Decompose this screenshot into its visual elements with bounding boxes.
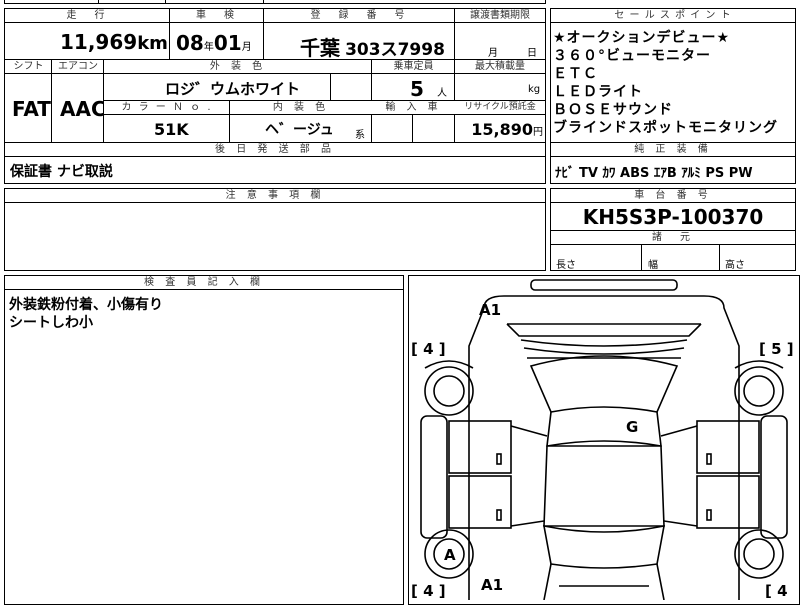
- shift-header: シフト: [5, 60, 52, 74]
- damage-mark: [ 4 ]: [411, 582, 446, 600]
- exterior-color-value: ロジ゛ウムホワイト: [165, 80, 301, 98]
- mileage-value: 11,969km: [60, 30, 168, 54]
- notes-header: 注 意 事 項 欄: [5, 189, 545, 203]
- interior-color-value: ヘ゛ージュ: [265, 122, 334, 138]
- plate-value: 千葉 303ス7998: [300, 36, 445, 60]
- shift-value: FAT: [12, 97, 51, 121]
- oem-value: ﾅﾋﾞ TV ｶﾜ ABS ｴｱB ｱﾙﾐ PS PW: [555, 166, 753, 181]
- interior-suffix: 系: [355, 130, 365, 141]
- inspection-header: 車 検: [170, 9, 264, 23]
- sales-points-header: セ ー ル ス ポ イ ン ト: [551, 9, 795, 23]
- transfer-day: 日: [527, 48, 537, 59]
- sales-point: ＥＴＣ: [553, 66, 598, 82]
- damage-mark: A1: [481, 576, 503, 594]
- damage-mark: G: [626, 418, 638, 436]
- capacity-header: 乗車定員: [372, 60, 455, 74]
- capacity-value: 5 人: [410, 77, 448, 101]
- sales-point: ３６０°ビューモニター: [553, 48, 711, 64]
- sales-points-list: ★オークションデビュー★ ３６０°ビューモニター ＥＴＣ ＬＥＤライト ＢＯＳＥ…: [553, 29, 778, 137]
- dims-header: 諸 元: [551, 231, 795, 245]
- sales-point: ＬＥＤライト: [553, 84, 643, 100]
- top-strip: [4, 0, 546, 4]
- inspection-value: 08年01月: [176, 31, 252, 55]
- interior-color-header: 内 装 色: [230, 101, 372, 115]
- damage-mark: [ 5 ]: [759, 340, 794, 358]
- car-damage-diagram: A1 [ 4 ] [ 5 ] G A A1 [ 4 ] [ 4: [411, 279, 794, 600]
- inspector-note: 外装鉄粉付着、小傷有り: [9, 297, 163, 313]
- recycle-value: 15,890円: [471, 120, 543, 139]
- aircon-header: エアコン: [52, 60, 104, 74]
- recycle-header: リサイクル預託金: [455, 101, 545, 115]
- inspector-note: シートしわ小: [9, 315, 93, 331]
- sales-point: ＢＯＳＥサウンド: [553, 102, 673, 118]
- load-unit: kg: [528, 84, 541, 95]
- damage-mark: [ 4 ]: [411, 340, 446, 358]
- auction-sheet: 走 行 車 検 登 録 番 号 譲渡書類期限 11,969km 08年01月 千…: [0, 0, 800, 605]
- damage-mark: A: [444, 546, 456, 564]
- exterior-color-header: 外 装 色: [104, 60, 372, 74]
- chassis-header: 車 台 番 号: [551, 189, 795, 203]
- chassis-value: KH5S3P-100370: [582, 205, 764, 229]
- color-no-value: 51K: [154, 120, 189, 139]
- later-parts-value: 保証書 ナビ取説: [10, 164, 113, 180]
- dim-length-label: 長さ: [556, 260, 576, 271]
- sales-point: ★オークションデビュー★: [553, 30, 731, 46]
- import-header: 輸 入 車: [372, 101, 455, 115]
- damage-mark: A1: [479, 301, 501, 319]
- dim-height-label: 高さ: [725, 260, 745, 271]
- aircon-value: AAC: [60, 97, 106, 121]
- damage-mark: [ 4: [765, 582, 788, 600]
- registration-header: 登 録 番 号: [264, 9, 455, 23]
- mileage-header: 走 行: [5, 9, 170, 23]
- oem-header: 純 正 装 備: [551, 143, 795, 157]
- dim-width-label: 幅: [648, 260, 658, 271]
- transfer-month: 月: [488, 48, 498, 59]
- later-parts-header: 後 日 発 送 部 品: [5, 143, 545, 157]
- inspector-header: 検 査 員 記 入 欄: [5, 276, 403, 290]
- color-no-header: カ ラ ー Ｎ ｏ .: [104, 101, 230, 115]
- max-load-header: 最大積載量: [455, 60, 545, 74]
- transfer-header: 譲渡書類期限: [455, 9, 545, 23]
- sales-point: ブラインドスポットモニタリング: [553, 120, 778, 136]
